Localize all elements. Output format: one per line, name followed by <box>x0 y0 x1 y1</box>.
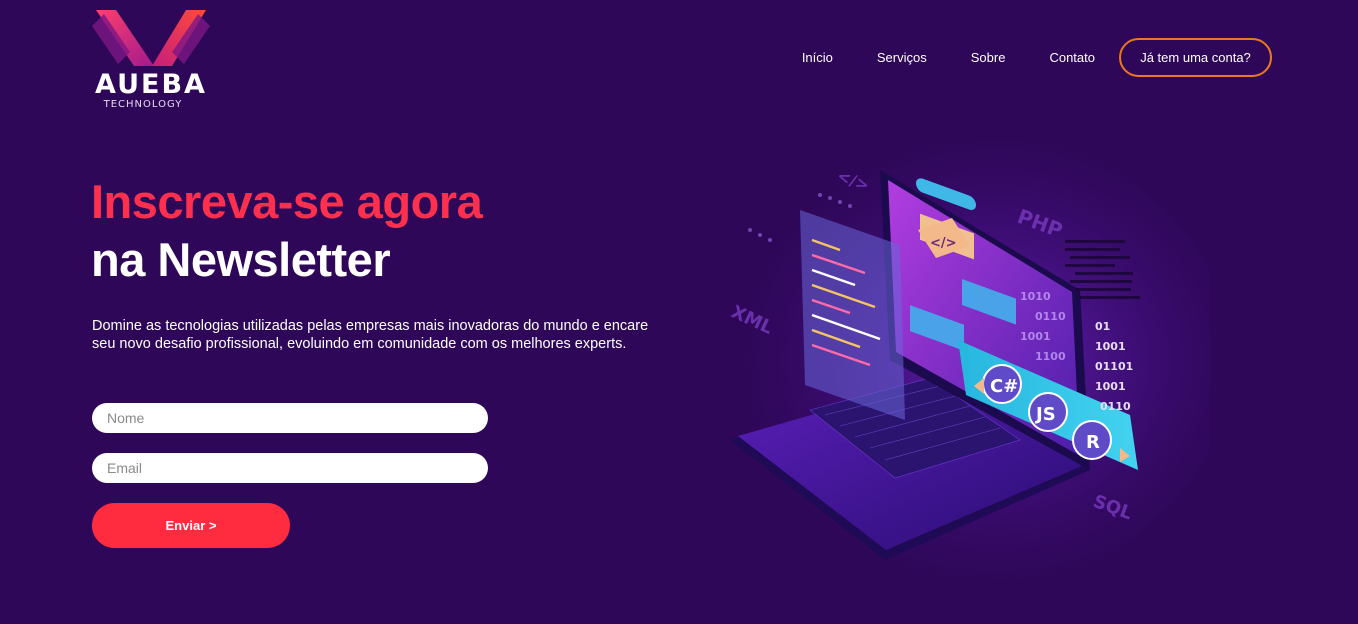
svg-text:1001: 1001 <box>1095 380 1126 393</box>
brand-name: AUEBA <box>95 69 207 100</box>
nav-link-inicio[interactable]: Início <box>802 50 833 65</box>
login-button[interactable]: Já tem uma conta? <box>1119 38 1272 77</box>
laptop-illustration: 1010 0110 1001 1100 </> C# JS R PHP XML … <box>690 140 1210 580</box>
nav-link-sobre[interactable]: Sobre <box>971 50 1006 65</box>
svg-text:1001: 1001 <box>1020 330 1051 343</box>
svg-text:0110: 0110 <box>1100 400 1131 413</box>
svg-text:01101: 01101 <box>1095 360 1133 373</box>
svg-text:1001: 1001 <box>1095 340 1126 353</box>
code-symbol: </> <box>930 236 957 251</box>
svg-text:01: 01 <box>1095 320 1110 333</box>
brand-tagline: TECHNOLOGY <box>103 99 183 110</box>
logo-mark-icon <box>92 10 210 66</box>
nav-link-contato[interactable]: Contato <box>1049 50 1095 65</box>
svg-text:0110: 0110 <box>1035 310 1066 323</box>
brand-logo[interactable]: AUEBA TECHNOLOGY <box>90 8 212 112</box>
hero-title-line2: na Newsletter <box>91 233 391 286</box>
name-input[interactable] <box>92 403 488 433</box>
lang-csharp: C# <box>990 376 1018 397</box>
main-nav: Início Serviços Sobre Contato Já tem uma… <box>802 38 1272 77</box>
lang-r: R <box>1086 432 1100 453</box>
lang-js: JS <box>1034 404 1056 425</box>
submit-button[interactable]: Enviar > <box>92 503 290 548</box>
hero-description: Domine as tecnologias utilizadas pelas e… <box>92 318 649 352</box>
svg-text:1100: 1100 <box>1035 350 1066 363</box>
laptop-code-icon: 1010 0110 1001 1100 </> C# JS R PHP XML … <box>710 140 1210 580</box>
email-input[interactable] <box>92 453 488 483</box>
svg-text:1010: 1010 <box>1020 290 1051 303</box>
hero-title-line1: Inscreva-se agora <box>91 175 483 228</box>
nav-link-servicos[interactable]: Serviços <box>877 50 927 65</box>
